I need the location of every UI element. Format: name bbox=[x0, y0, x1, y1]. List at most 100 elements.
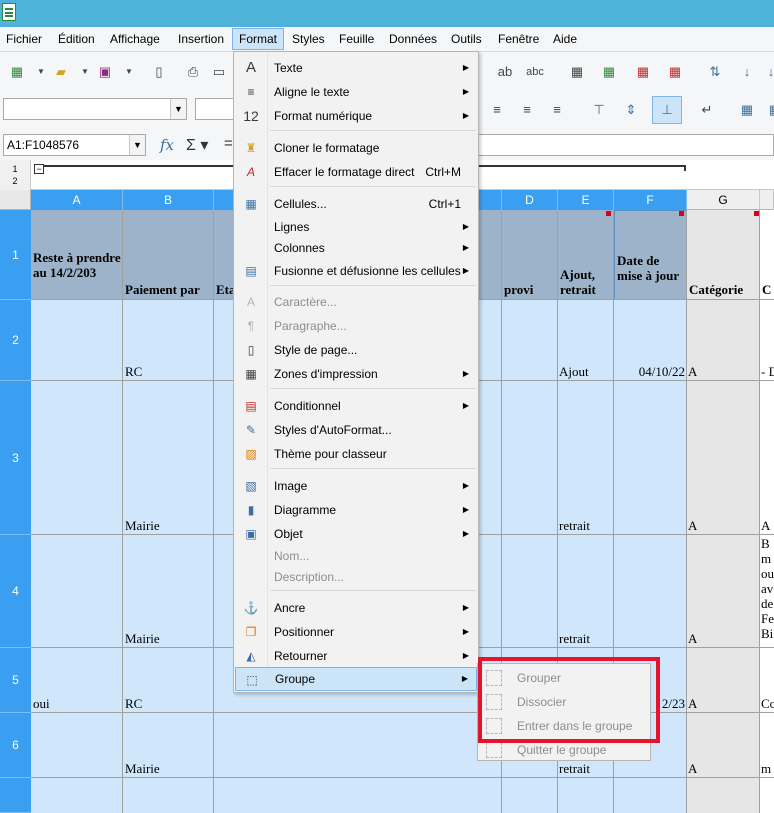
collapse-group-icon[interactable]: − bbox=[34, 164, 44, 174]
align-center-icon[interactable]: ≡ bbox=[516, 99, 538, 121]
row-header-6[interactable]: 6 bbox=[0, 713, 31, 778]
column-header-f[interactable]: F bbox=[614, 190, 687, 210]
menu-format[interactable]: Format bbox=[232, 28, 285, 50]
align-top-icon[interactable]: ⊤ bbox=[588, 99, 610, 121]
cell-e6[interactable]: retrait bbox=[559, 761, 590, 777]
open-folder-icon[interactable]: ▰ bbox=[50, 61, 72, 83]
chevron-down-icon[interactable]: ▼ bbox=[170, 99, 186, 119]
formula-icon[interactable]: = bbox=[224, 135, 233, 152]
save-icon[interactable]: ▣ bbox=[94, 61, 116, 83]
open-dropdown-icon[interactable]: ▼ bbox=[74, 61, 96, 83]
cell-e4[interactable]: retrait bbox=[559, 631, 590, 647]
sort-descending-icon[interactable]: ↓ bbox=[760, 61, 774, 83]
menu-fichier[interactable]: Fichier bbox=[0, 28, 48, 50]
menu-aide[interactable]: Aide bbox=[547, 28, 583, 50]
center-vertically-icon[interactable]: ⇕ bbox=[620, 99, 642, 121]
cell-b6[interactable]: Mairie bbox=[125, 761, 160, 777]
new-dropdown-icon[interactable]: ▼ bbox=[30, 61, 52, 83]
column-header-b[interactable]: B bbox=[123, 190, 214, 210]
row-header-5[interactable]: 5 bbox=[0, 648, 31, 713]
menu-item-objet[interactable]: ▣ Objet ▶ bbox=[235, 522, 477, 546]
cell-g6[interactable]: A bbox=[688, 761, 697, 777]
cell-b4[interactable]: Mairie bbox=[125, 631, 160, 647]
menu-item-autoformat[interactable]: ✎ Styles d'AutoFormat... bbox=[235, 418, 477, 442]
print-preview-icon[interactable]: ▭ bbox=[208, 61, 230, 83]
menu-item-ancre[interactable]: ⚓ Ancre ▶ bbox=[235, 596, 477, 620]
new-spreadsheet-icon[interactable]: ▦ bbox=[6, 61, 28, 83]
insert-column-icon[interactable]: ▦ bbox=[598, 61, 620, 83]
menu-item-retourner[interactable]: ◭ Retourner ▶ bbox=[235, 644, 477, 668]
header-cell-g1[interactable]: Catégorie bbox=[687, 210, 760, 300]
wrap-text-icon[interactable]: ↵ bbox=[696, 99, 718, 121]
row-header-4[interactable]: 4 bbox=[0, 535, 31, 648]
column-header-d[interactable]: D bbox=[502, 190, 558, 210]
menu-outils[interactable]: Outils bbox=[445, 28, 488, 50]
menu-item-cellules[interactable]: ▦ Cellules... Ctrl+1 bbox=[235, 192, 477, 216]
menu-item-zones-impression[interactable]: ▦ Zones d'impression ▶ bbox=[235, 362, 477, 386]
align-right-icon[interactable]: ≡ bbox=[546, 99, 568, 121]
menu-item-theme-classeur[interactable]: ▨ Thème pour classeur bbox=[235, 442, 477, 466]
header-cell-e1[interactable]: Ajout, retrait bbox=[558, 210, 614, 300]
sort-icon[interactable]: ⇅ bbox=[704, 61, 726, 83]
font-size-combo[interactable] bbox=[195, 98, 235, 120]
cell-h4[interactable]: B m ou av de Fe Bi bbox=[761, 536, 774, 641]
cell-g3[interactable]: A bbox=[688, 518, 697, 534]
merge-cells-icon[interactable]: ▦ bbox=[736, 99, 758, 121]
menu-fenetre[interactable]: Fenêtre bbox=[492, 28, 545, 50]
menu-item-effacer-formatage[interactable]: A Effacer le formatage direct Ctrl+M bbox=[235, 160, 477, 184]
export-pdf-icon[interactable]: ▯ bbox=[148, 61, 170, 83]
print-icon[interactable]: ⎙ bbox=[182, 61, 204, 83]
row-header-7[interactable] bbox=[0, 778, 31, 813]
header-cell-a1[interactable]: Reste à prendre au 14/2/203 bbox=[31, 210, 123, 300]
menu-item-image[interactable]: ▧ Image ▶ bbox=[235, 474, 477, 498]
font-name-combo[interactable]: ▼ bbox=[3, 98, 187, 120]
menu-item-positionner[interactable]: ❐ Positionner ▶ bbox=[235, 620, 477, 644]
menu-item-diagramme[interactable]: ▮ Diagramme ▶ bbox=[235, 498, 477, 522]
sum-icon[interactable]: Σ ▾ bbox=[186, 135, 208, 155]
menu-item-fusionne[interactable]: ▤ Fusionne et défusionne les cellules ▶ bbox=[235, 259, 477, 283]
cell-e3[interactable]: retrait bbox=[559, 518, 590, 534]
select-all-corner[interactable] bbox=[0, 190, 31, 210]
cell-e2[interactable]: Ajout bbox=[559, 364, 589, 380]
cell-g4[interactable]: A bbox=[688, 631, 697, 647]
row-header-1[interactable]: 1 bbox=[0, 210, 31, 300]
menu-feuille[interactable]: Feuille bbox=[333, 28, 380, 50]
chevron-down-icon[interactable]: ▼ bbox=[129, 135, 145, 155]
outline-level-1[interactable]: 1 bbox=[0, 163, 30, 175]
row-header-2[interactable]: 2 bbox=[0, 300, 31, 381]
save-dropdown-icon[interactable]: ▼ bbox=[118, 61, 140, 83]
cell-b2[interactable]: RC bbox=[125, 364, 142, 380]
menu-edition[interactable]: Édition bbox=[52, 28, 101, 50]
menu-item-aligne-texte[interactable]: ≡ Aligne le texte ▶ bbox=[235, 80, 477, 104]
row-icon[interactable]: ▦ bbox=[566, 61, 588, 83]
delete-row-icon[interactable]: ▦ bbox=[632, 61, 654, 83]
menu-item-format-numerique[interactable]: 12 Format numérique ▶ bbox=[235, 104, 477, 128]
menu-item-texte[interactable]: A Texte ▶ bbox=[235, 56, 477, 80]
column-header-g[interactable]: G bbox=[687, 190, 760, 210]
menu-styles[interactable]: Styles bbox=[286, 28, 331, 50]
header-cell-d1[interactable]: provi bbox=[502, 210, 558, 300]
row-header-3[interactable]: 3 bbox=[0, 381, 31, 535]
cell-f2[interactable]: 04/10/22 bbox=[615, 364, 685, 380]
table-icon[interactable]: ▦ bbox=[764, 99, 774, 121]
column-header-a[interactable]: A bbox=[31, 190, 123, 210]
cell-b5[interactable]: RC bbox=[125, 696, 142, 712]
menu-item-cloner-formatage[interactable]: ♜ Cloner le formatage bbox=[235, 136, 477, 160]
function-wizard-icon[interactable]: fx bbox=[160, 136, 174, 154]
cell-a5[interactable]: oui bbox=[33, 696, 50, 712]
cell-b3[interactable]: Mairie bbox=[125, 518, 160, 534]
delete-column-icon[interactable]: ▦ bbox=[664, 61, 686, 83]
cell-h2[interactable]: - D bbox=[761, 364, 774, 380]
menu-affichage[interactable]: Affichage bbox=[104, 28, 166, 50]
cell-h5[interactable]: Co bbox=[761, 696, 774, 712]
spellcheck-icon[interactable]: abc bbox=[524, 61, 546, 83]
menu-item-conditionnel[interactable]: ▤ Conditionnel ▶ bbox=[235, 394, 477, 418]
menu-item-groupe[interactable]: ⬚ Groupe ▶ bbox=[235, 667, 477, 691]
cell-g5[interactable]: A bbox=[688, 696, 697, 712]
outline-level-buttons[interactable]: 1 2 bbox=[0, 160, 31, 190]
menu-donnees[interactable]: Données bbox=[383, 28, 443, 50]
cell-h3[interactable]: A bbox=[761, 518, 774, 534]
menu-item-style-page[interactable]: ▯ Style de page... bbox=[235, 338, 477, 362]
name-box[interactable]: A1:F1048576 ▼ bbox=[3, 134, 146, 156]
cell-g2[interactable]: A bbox=[688, 364, 697, 380]
